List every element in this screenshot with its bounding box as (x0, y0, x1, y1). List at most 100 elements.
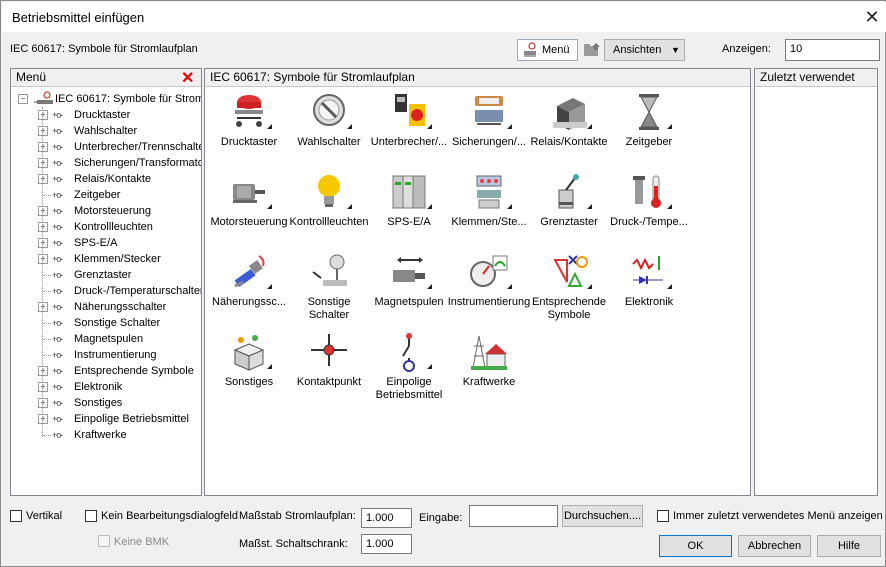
input-field[interactable] (469, 505, 558, 527)
symbol-item[interactable]: Wahlschalter (287, 92, 371, 170)
tree-item[interactable]: + +o- Kontrollleuchten (11, 219, 201, 235)
tree-item[interactable]: + +o- Relais/Kontakte (11, 171, 201, 187)
tree-item-label: Grenztaster (74, 269, 132, 281)
cancel-button[interactable]: Abbrechen (738, 535, 811, 557)
expand-icon[interactable]: + (38, 142, 48, 152)
symbol-item[interactable]: Motorsteuerung (207, 172, 291, 250)
submenu-indicator-icon (267, 364, 272, 369)
tree-item[interactable]: + +o- Unterbrecher/Trennschalter (11, 139, 201, 155)
symbol-item-label: Drucktaster (220, 136, 278, 148)
expand-icon[interactable]: + (38, 110, 48, 120)
submenu-indicator-icon (587, 284, 592, 289)
close-icon[interactable]: ✕ (860, 6, 884, 28)
always-recent-checkbox[interactable] (657, 510, 669, 522)
symbol-item[interactable]: Drucktaster (207, 92, 291, 170)
tree-root[interactable]: − IEC 60617: Symbole für Stromlaufplan (11, 91, 201, 107)
tree-item[interactable]: + +o- Sonstiges (11, 395, 201, 411)
tree-item[interactable]: + +o- Sicherungen/Transformatoren (11, 155, 201, 171)
submenu-indicator-icon (267, 204, 272, 209)
symbol-item[interactable]: Druck-/Tempe... (607, 172, 691, 250)
tree-connector (43, 275, 51, 276)
tree-item-label: Elektronik (74, 381, 123, 393)
submenu-indicator-icon (347, 124, 352, 129)
scale-schematic-input[interactable]: 1.000 (361, 508, 412, 528)
symbol-item[interactable]: Klemmen/Ste... (447, 172, 531, 250)
menu-tree: − IEC 60617: Symbole für Stromlaufplan +… (11, 89, 201, 494)
single-line-icon (402, 333, 415, 372)
submenu-indicator-icon (507, 124, 512, 129)
tree-item[interactable]: + +o- Näherungsschalter (11, 299, 201, 315)
symbol-item[interactable]: Sonstiges (207, 332, 291, 410)
contact-node-icon: +o- (52, 398, 63, 408)
symbol-item-label: Instrumentierung (447, 296, 531, 308)
motor-icon (233, 184, 265, 203)
expand-icon[interactable]: + (38, 302, 48, 312)
menu-button[interactable]: Menü (517, 39, 578, 61)
tree-item[interactable]: +o- Magnetspulen (11, 331, 201, 347)
expand-icon[interactable]: + (38, 222, 48, 232)
no-bmk-checkbox[interactable] (98, 535, 110, 547)
symbol-item[interactable]: Entsprechende Symbole (527, 252, 611, 330)
title-bar: Betriebsmittel einfügen ✕ (2, 2, 886, 32)
tree-item[interactable]: +o- Instrumentierung (11, 347, 201, 363)
symbol-item[interactable]: Näherungssc... (207, 252, 291, 330)
submenu-indicator-icon (267, 284, 272, 289)
chevron-down-icon: ▼ (671, 45, 680, 55)
tree-item[interactable]: +o- Sonstige Schalter (11, 315, 201, 331)
symbol-item[interactable]: SPS-E/A (367, 172, 451, 250)
tree-item-label: Druck-/Temperaturschalter (74, 285, 201, 297)
expand-icon[interactable]: + (38, 382, 48, 392)
folder-up-button[interactable] (581, 39, 603, 61)
expand-icon[interactable]: + (38, 238, 48, 248)
symbol-item[interactable]: Kontrollleuchten (287, 172, 371, 250)
symbol-item[interactable]: Relais/Kontakte (527, 92, 611, 170)
views-dropdown[interactable]: Ansichten ▼ (604, 39, 685, 61)
symbol-item-label: Sonstiges (224, 376, 274, 388)
expand-icon[interactable]: + (38, 174, 48, 184)
tree-item-label: Motorsteuerung (74, 205, 152, 217)
tree-item[interactable]: +o- Zeitgeber (11, 187, 201, 203)
tree-item[interactable]: + +o- Motorsteuerung (11, 203, 201, 219)
expand-icon[interactable]: + (38, 414, 48, 424)
tree-item-label: Kraftwerke (74, 429, 127, 441)
symbol-item[interactable]: Instrumentierung (447, 252, 531, 330)
expand-icon[interactable]: + (38, 126, 48, 136)
symbol-item[interactable]: Unterbrecher/... (367, 92, 451, 170)
contact-node-icon: +o- (52, 350, 63, 360)
collapse-icon[interactable]: − (18, 94, 28, 104)
tree-item[interactable]: + +o- Einpolige Betriebsmittel (11, 411, 201, 427)
tree-item[interactable]: + +o- Elektronik (11, 379, 201, 395)
help-button[interactable]: Hilfe (817, 535, 881, 557)
close-menu-icon[interactable]: ✕ (181, 70, 194, 87)
symbol-item[interactable]: Grenztaster (527, 172, 611, 250)
tree-item[interactable]: + +o- Entsprechende Symbole (11, 363, 201, 379)
ok-button[interactable]: OK (659, 535, 732, 557)
symbol-item[interactable]: Einpolige Betriebsmittel (367, 332, 451, 410)
symbol-item[interactable]: Kontaktpunkt (287, 332, 371, 410)
tree-item[interactable]: +o- Kraftwerke (11, 427, 201, 443)
symbol-item[interactable]: Sicherungen/... (447, 92, 531, 170)
scale-cabinet-input[interactable]: 1.000 (361, 534, 412, 554)
tree-item[interactable]: + +o- Klemmen/Stecker (11, 251, 201, 267)
symbol-item[interactable]: Zeitgeber (607, 92, 691, 170)
symbol-item[interactable]: Kraftwerke (447, 332, 531, 410)
expand-icon[interactable]: + (38, 366, 48, 376)
show-count-input[interactable]: 10 (785, 39, 880, 61)
expand-icon[interactable]: + (38, 158, 48, 168)
no-dialog-checkbox[interactable] (85, 510, 97, 522)
symbol-item[interactable]: Elektronik (607, 252, 691, 330)
tree-item-label: Zeitgeber (74, 189, 121, 201)
tree-item[interactable]: + +o- SPS-E/A (11, 235, 201, 251)
tree-item[interactable]: +o- Grenztaster (11, 267, 201, 283)
tree-item[interactable]: + +o- Wahlschalter (11, 123, 201, 139)
expand-icon[interactable]: + (38, 254, 48, 264)
symbol-item[interactable]: Magnetspulen (367, 252, 451, 330)
symbol-item[interactable]: Sonstige Schalter (287, 252, 371, 330)
expand-icon[interactable]: + (38, 398, 48, 408)
vertical-checkbox[interactable] (10, 510, 22, 522)
menu-button-label: Menü (542, 44, 570, 56)
expand-icon[interactable]: + (38, 206, 48, 216)
tree-item[interactable]: + +o- Drucktaster (11, 107, 201, 123)
tree-item[interactable]: +o- Druck-/Temperaturschalter (11, 283, 201, 299)
browse-button[interactable]: Durchsuchen.... (562, 505, 643, 527)
